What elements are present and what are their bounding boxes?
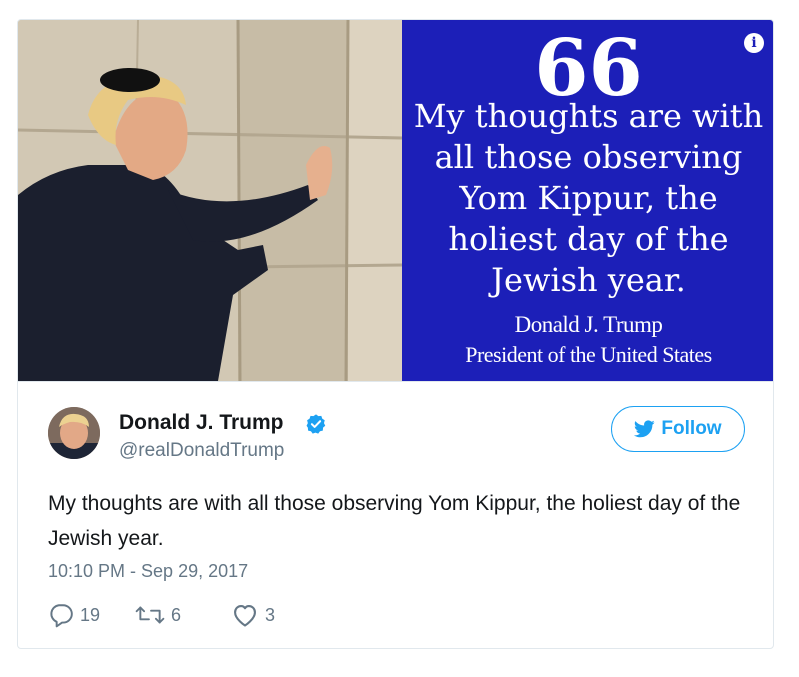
reply-count: 19: [80, 605, 101, 625]
reply-button[interactable]: 19: [48, 601, 100, 629]
retweet-button[interactable]: 6: [135, 601, 181, 629]
quote-signature-name: Donald J. Trump: [514, 312, 663, 337]
verified-badge-icon: [306, 414, 326, 434]
tweet-card: 66 My thoughts are with all those observ…: [17, 19, 774, 649]
quote-signature-title: President of the United States: [465, 342, 712, 367]
photo-illustration: [18, 20, 403, 381]
author-name[interactable]: Donald J. Trump: [119, 411, 284, 435]
author-handle[interactable]: @realDonaldTrump: [119, 440, 284, 462]
follow-label: Follow: [661, 418, 722, 439]
quote-text: My thoughts are with all those observing…: [413, 97, 764, 299]
follow-button[interactable]: Follow: [611, 406, 745, 452]
tweet-body: Donald J. Trump @realDonaldTrump Follow …: [18, 381, 773, 648]
photo-western-wall: [18, 20, 403, 381]
tweet-text: My thoughts are with all those observing…: [48, 492, 741, 550]
retweet-icon: [135, 606, 165, 624]
heart-icon: [234, 604, 256, 627]
avatar-image: [48, 407, 100, 459]
tweet-timestamp[interactable]: 10:10 PM - Sep 29, 2017: [48, 560, 248, 582]
reply-icon: [50, 604, 73, 628]
retweet-count: 6: [171, 605, 182, 625]
like-count: 3: [265, 605, 276, 625]
info-icon[interactable]: i: [744, 33, 764, 53]
bird-icon: [634, 420, 656, 438]
quote-panel: 66 My thoughts are with all those observ…: [402, 20, 773, 381]
like-button[interactable]: 3: [231, 601, 275, 629]
avatar[interactable]: [48, 407, 100, 459]
tweet-media[interactable]: 66 My thoughts are with all those observ…: [18, 20, 773, 381]
